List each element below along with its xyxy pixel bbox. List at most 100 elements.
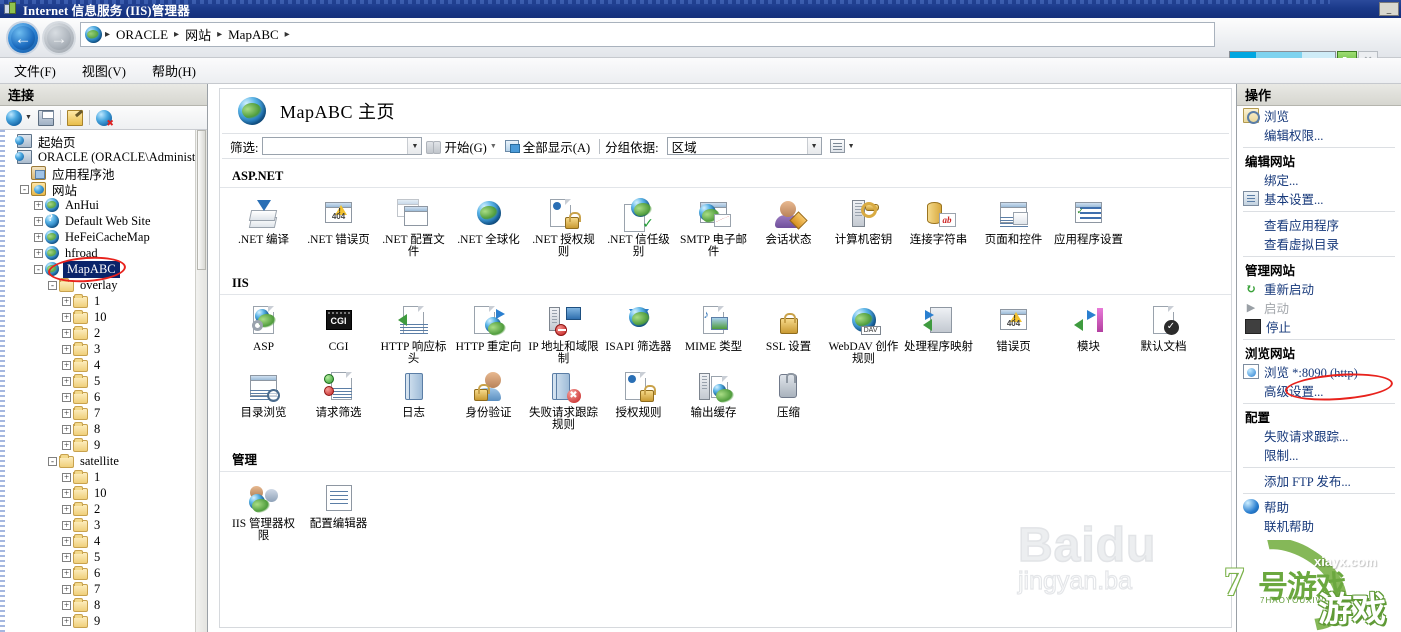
feature-directory-browsing[interactable]: 目录浏览 [226,367,301,433]
feature-pages-and-controls[interactable]: 页面和控件 [976,194,1051,260]
feature-mime-types[interactable]: ♪ MIME 类型 [676,301,751,367]
breadcrumb[interactable]: ▸ ORACLE ▸ 网站 ▸ MapABC ▸ [80,22,1215,47]
tree-item-label[interactable]: 9 [92,438,102,453]
action-item[interactable]: 绑定... [1237,170,1401,189]
connections-tree[interactable]: 起始页ORACLE (ORACLE\Administrator)应用程序池 - 网站… [0,130,195,632]
tree-item-label[interactable]: 6 [92,566,102,581]
connections-toolbar[interactable]: ▼ [0,106,207,130]
tree-item[interactable]: +3 [0,341,195,357]
feature-session-state[interactable]: 会话状态 [751,194,826,260]
menu-item-help[interactable]: 帮助(H) [152,59,210,82]
expand-icon[interactable]: + [34,200,43,210]
tree-item-label[interactable]: AnHui [63,198,101,213]
expand-icon[interactable]: + [62,600,71,610]
tree-item-label[interactable]: 9 [92,614,102,629]
tree-item[interactable]: +7 [0,581,195,597]
tree-item-label[interactable]: 1 [92,470,102,485]
tree-item[interactable]: +9 [0,613,195,629]
action-item[interactable]: 基本设置... [1237,189,1401,208]
tree-item-label[interactable]: 5 [92,550,102,565]
action-item[interactable]: ▶ 启动 [1237,298,1401,317]
action-item[interactable]: 编辑权限... [1237,125,1401,144]
feature-net-compilation[interactable]: .NET 编译 [226,194,301,260]
tree-item[interactable]: +7 [0,405,195,421]
group-by-select[interactable]: 区域 ▼ [666,137,822,156]
action-item[interactable]: 限制... [1237,445,1401,464]
tree-item-label[interactable]: 6 [92,390,102,405]
collapse-icon[interactable]: - [48,456,57,466]
tree-item[interactable]: +4 [0,533,195,549]
tree-scroll-thumb[interactable] [197,130,206,270]
show-all-button[interactable]: 全部显示(A) [501,137,594,156]
feature-grid[interactable]: .NET 编译 404 .NET 错误页 .NET 配置文件 [220,188,1231,266]
window-title-bar[interactable]: Internet 信息服务 (IIS)管理器 _ [0,0,1401,18]
expand-icon[interactable]: + [62,344,71,354]
tree-item-label[interactable]: 3 [92,518,102,533]
feature-grid[interactable]: ASP CGI CGI HTTP 响应标头 HTTP 重定向 IP 地址和域限制… [220,295,1231,439]
tree-item[interactable]: +2 [0,325,195,341]
tree-item[interactable]: 起始页 [0,132,195,151]
action-item[interactable]: 高级设置... [1237,381,1401,400]
tree-item-label[interactable]: ORACLE (ORACLE\Administrator) [36,150,195,165]
tree-item[interactable]: +6 [0,565,195,581]
expand-icon[interactable]: + [62,424,71,434]
window-controls[interactable]: _ [1379,2,1399,16]
back-button[interactable]: ← [8,23,38,53]
menu-item-file[interactable]: 文件(F) [14,59,70,82]
feature-smtp-email[interactable]: SMTP 电子邮件 [676,194,751,260]
chevron-down-icon[interactable]: ▼ [25,114,32,121]
filter-input[interactable]: ▼ [262,137,423,155]
expand-icon[interactable]: + [62,472,71,482]
action-item[interactable]: 查看应用程序 [1237,215,1401,234]
tree-item-label[interactable]: 3 [92,342,102,357]
tree-item-label[interactable]: overlay [78,278,119,293]
tree-item-label[interactable]: 4 [92,358,102,373]
collapse-icon[interactable]: - [48,280,57,290]
tree-item[interactable]: + Default Web Site [0,213,195,229]
feature-ip-domain-restrictions[interactable]: IP 地址和域限制 [526,301,601,367]
expand-icon[interactable]: + [62,488,71,498]
tree-item[interactable]: +1 [0,469,195,485]
feature-error-pages[interactable]: 404 错误页 [976,301,1051,367]
tree-item-label[interactable]: 8 [92,422,102,437]
tree-item-label[interactable]: 7 [92,582,102,597]
tree-item[interactable]: +9 [0,437,195,453]
tree-item-label[interactable]: Default Web Site [63,214,153,229]
expand-icon[interactable]: + [62,440,71,450]
breadcrumb-item-oracle[interactable]: ORACLE [111,27,173,43]
expand-icon[interactable]: + [62,408,71,418]
tree-item-label[interactable]: 8 [92,598,102,613]
view-mode-button[interactable]: ▼ [826,139,859,153]
expand-icon[interactable]: + [62,520,71,530]
action-item[interactable]: 失败请求跟踪... [1237,426,1401,445]
feature-iis-manager-permissions[interactable]: IIS 管理器权限 [226,478,301,544]
tree-item-label[interactable]: 10 [92,486,109,501]
feature-failed-request-tracing-rules[interactable]: ✖ 失败请求跟踪规则 [526,367,601,433]
action-item[interactable]: ↻ 重新启动 [1237,279,1401,298]
expand-icon[interactable]: + [62,568,71,578]
group-by-value[interactable]: 区域 [668,137,807,156]
tree-item-label[interactable]: 起始页 [36,132,78,151]
tree-item-label[interactable]: 7 [92,406,102,421]
feature-application-settings[interactable]: ✓ 应用程序设置 [1051,194,1126,260]
feature-request-filtering[interactable]: 请求筛选 [301,367,376,433]
feature-output-caching[interactable]: 输出缓存 [676,367,751,433]
feature-net-authorization-rules[interactable]: .NET 授权规则 [526,194,601,260]
action-item[interactable]: 添加 FTP 发布... [1237,471,1401,490]
feature-default-document[interactable]: ✓ 默认文档 [1126,301,1201,367]
feature-compression[interactable]: 压缩 [751,367,826,433]
expand-icon[interactable]: + [34,232,43,242]
feature-handler-mappings[interactable]: 处理程序映射 [901,301,976,367]
breadcrumb-item-sites[interactable]: 网站 [180,25,216,44]
tree-item-label[interactable]: 网站 [50,180,79,199]
feature-authentication[interactable]: 身份验证 [451,367,526,433]
forward-button[interactable]: → [44,23,74,53]
feature-configuration-editor[interactable]: 配置编辑器 [301,478,376,544]
tree-item[interactable]: + HeFeiCacheMap [0,229,195,245]
chevron-down-icon[interactable]: ▼ [407,138,422,154]
chevron-down-icon[interactable]: ▼ [806,138,821,154]
save-icon[interactable] [37,109,54,126]
edit-icon[interactable] [66,109,83,126]
feature-connection-strings[interactable]: ab 连接字符串 [901,194,976,260]
feature-net-error-pages[interactable]: 404 .NET 错误页 [301,194,376,260]
